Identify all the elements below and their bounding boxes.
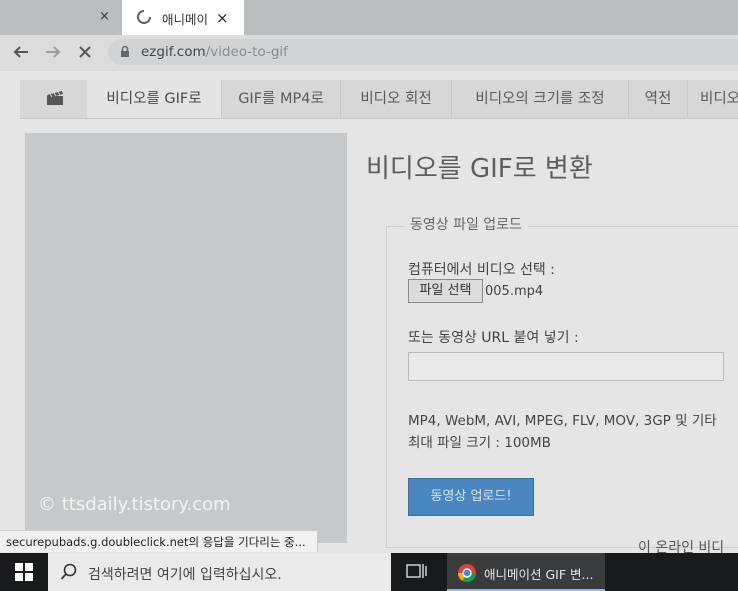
nav-video-rotate[interactable]: 비디오 회전 [341,80,452,118]
search-icon [60,563,77,580]
tab-close-icon[interactable]: × [99,9,110,24]
loading-spinner-icon [137,10,151,24]
choose-file-label: 컴퓨터에서 비디오 선택 : [408,262,555,278]
page-title: 비디오를 GIF로 변환 [366,154,593,184]
upload-legend: 동영상 파일 업로드 [404,214,528,234]
nav-video-to-gif[interactable]: 비디오를 GIF로 [87,80,222,118]
ad-placeholder [25,133,347,543]
lock-icon [121,45,129,57]
url-text: ezgif.com/video-to-gif [141,44,288,60]
browser-status-bubble: securepubads.g.doubleclick.net의 응답을 기다리는… [0,530,318,552]
tab-title: 애니메이 [162,12,209,27]
url-label: 또는 동영상 URL 붙여 넣기 : [408,330,579,346]
nav-home-icon[interactable] [20,80,88,118]
nav-video-more[interactable]: 비디오 [688,80,738,118]
taskbar-search-placeholder: 검색하려면 여기에 입력하십시오. [88,567,282,583]
forward-arrow-icon[interactable] [44,44,62,60]
nav-reverse[interactable]: 역전 [629,80,688,118]
chrome-icon [458,564,476,583]
upload-video-button[interactable]: 동영상 업로드! [408,478,534,516]
selected-file-name: 005.mp4 [485,284,544,299]
task-view-icon[interactable] [406,562,428,580]
max-size-text: 최대 파일 크기 : 100MB [408,435,551,451]
video-url-input[interactable] [408,352,724,381]
back-arrow-icon[interactable] [12,44,30,60]
tool-navbar: 비디오를 GIF로 GIF를 MP4로 비디오 회전 비디오의 크기를 조정 역… [20,80,738,119]
nav-gif-to-mp4[interactable]: GIF를 MP4로 [222,80,341,118]
tab-active[interactable]: 애니메이 × [122,0,244,35]
stop-loading-icon[interactable] [77,44,93,60]
tab-inactive[interactable]: × [0,0,122,35]
choose-file-button[interactable]: 파일 선택 [408,279,483,303]
nav-video-resize[interactable]: 비디오의 크기를 조정 [452,80,629,118]
film-clapper-icon [47,91,63,105]
taskbar-chrome-label: 애니메이션 GIF 변... [484,567,594,582]
tab-close-icon[interactable]: × [216,9,229,27]
supported-formats-text: MP4, WebM, AVI, MPEG, FLV, MOV, 3GP 및 기타 [408,413,717,429]
windows-start-icon[interactable] [15,563,33,581]
watermark-text: © ttsdaily.tistory.com [38,494,231,515]
address-bar[interactable]: ezgif.com/video-to-gif [108,39,738,65]
